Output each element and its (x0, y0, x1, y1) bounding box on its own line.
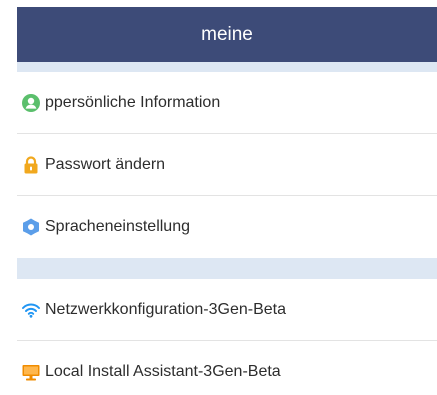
menu-item-network-configuration[interactable]: Netzwerkkonfiguration-3Gen-Beta (17, 279, 437, 341)
menu-item-language-settings[interactable]: Spracheneinstellung (17, 196, 437, 258)
menu-item-label: ppersönliche Information (45, 93, 221, 111)
menu-item-change-password[interactable]: Passwort ändern (17, 134, 437, 196)
section-separator (17, 62, 437, 72)
menu-item-label: Local Install Assistant-3Gen-Beta (45, 363, 281, 380)
menu-item-label: Netzwerkkonfiguration-3Gen-Beta (45, 300, 287, 318)
menu-item-personal-information[interactable]: ppersönliche Information (17, 72, 437, 134)
page-title: meine (201, 23, 253, 45)
monitor-icon (21, 362, 41, 382)
lock-icon (21, 155, 41, 175)
user-icon (21, 93, 41, 113)
wifi-icon (21, 300, 41, 320)
page-header: meine (17, 7, 437, 62)
section-separator (17, 258, 437, 279)
menu-item-label: Passwort ändern (45, 155, 166, 173)
menu-item-local-install-assistant[interactable]: Local Install Assistant-3Gen-Beta (17, 341, 437, 395)
app-screen: meine ppersönliche Information Passwort … (17, 7, 437, 395)
menu-item-label: Spracheneinstellung (45, 218, 190, 235)
gear-icon (21, 217, 41, 237)
